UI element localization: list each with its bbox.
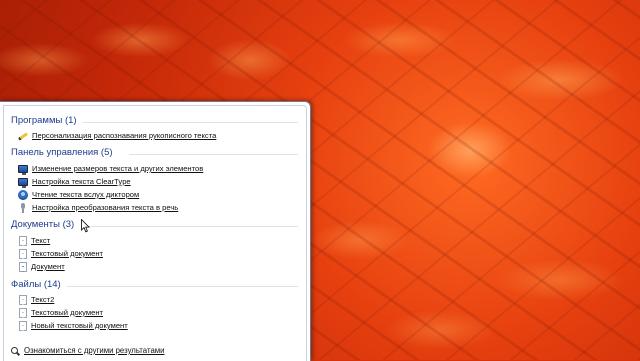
result-item[interactable]: Изменение размеров текста и других элеме… [18,163,203,175]
group-header-documents[interactable]: Документы (3) [11,218,298,232]
result-item[interactable]: Чтение текста вслух диктором [18,189,139,201]
group-title: Файлы (14) [11,279,61,290]
see-more-results-link[interactable]: Ознакомиться с другими результатами [11,344,165,358]
document-icon [19,262,27,272]
result-item[interactable]: Новый текстовый документ [18,320,128,332]
group-divider [83,122,298,123]
group-title: Панель управления (5) [11,147,113,158]
result-item[interactable]: Текст [18,235,50,247]
result-item-label: Текстовый документ [31,249,103,258]
result-item-label: Настройка преобразования текста в речь [32,203,179,212]
result-item-label: Новый текстовый документ [31,321,128,330]
document-icon [19,249,27,259]
document-icon [19,236,27,246]
result-item[interactable]: Настройка текста ClearType [18,176,131,188]
narrator-icon [18,190,28,200]
see-more-results-label: Ознакомиться с другими результатами [24,346,165,355]
group-divider [67,286,298,287]
mouse-cursor-icon [81,219,90,233]
start-menu-search-results: Программы (1) Персонализация распознаван… [0,101,311,361]
group-header-programs[interactable]: Программы (1) [11,114,298,128]
result-item-label: Персонализация распознавания рукописного… [32,131,217,140]
document-icon [19,295,27,305]
search-results-list: Программы (1) Персонализация распознаван… [3,105,307,361]
result-item[interactable]: Текстовый документ [18,248,103,260]
result-item[interactable]: Документ [18,261,65,273]
result-item-label: Чтение текста вслух диктором [32,190,140,199]
group-divider [81,226,298,227]
result-item[interactable]: Персонализация распознавания рукописного… [18,130,216,142]
microphone-icon [18,203,28,213]
group-header-control-panel[interactable]: Панель управления (5) [11,146,298,160]
group-header-files[interactable]: Файлы (14) [11,278,298,292]
result-item-label: Текст [31,236,51,245]
result-item-label: Текст2 [31,295,55,304]
monitor-icon [18,178,28,188]
result-item[interactable]: Текстовый документ [18,307,103,319]
pen-icon [18,131,28,141]
document-icon [19,308,27,318]
result-item[interactable]: Настройка преобразования текста в речь [18,202,178,214]
result-item-label: Документ [31,262,65,271]
result-item-label: Текстовый документ [31,308,103,317]
result-item-label: Настройка текста ClearType [32,177,131,186]
document-icon [19,321,27,331]
monitor-icon [18,165,28,175]
result-item[interactable]: Текст2 [18,294,54,306]
group-divider [129,154,298,155]
group-title: Программы (1) [11,115,77,126]
group-title: Документы (3) [11,219,75,230]
search-icon [11,346,20,356]
result-item-label: Изменение размеров текста и других элеме… [32,164,204,173]
